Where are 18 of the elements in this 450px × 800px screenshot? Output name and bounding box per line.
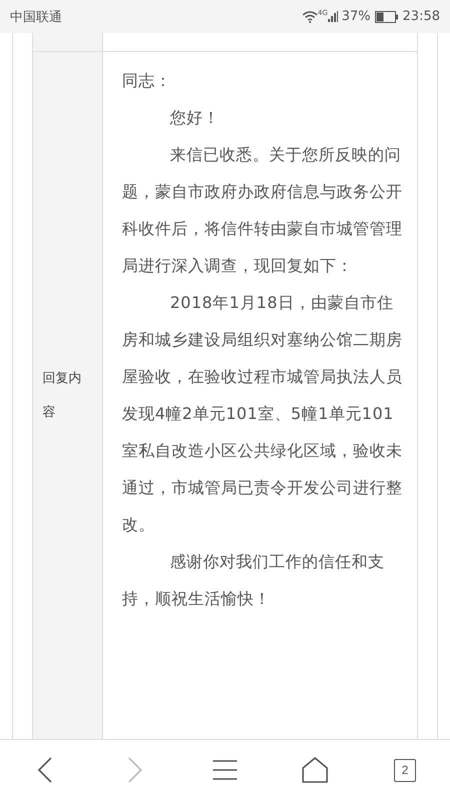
clock-time: 23:58 (402, 9, 440, 24)
tab-count: 2 (394, 758, 416, 782)
battery-percent: 37% (342, 9, 371, 24)
signal-icon (328, 11, 338, 22)
reply-paragraph: 同志： (122, 70, 172, 92)
carrier-name: 中国联通 (10, 8, 63, 26)
battery-icon (374, 10, 399, 22)
wifi-icon (302, 10, 318, 22)
reply-paragraph: 2018年1月18日，由蒙自市住房和城乡建设局组织对塞纳公馆二期房屋验收，在验收过程市城管局执法人员发现4幢2单元101室、5幢1单元101室私自改造小区公共绿化区域，验收未通过，市城管局已责令开发公司进行整改。 (122, 292, 403, 536)
home-icon (302, 757, 328, 783)
back-icon (37, 757, 53, 783)
forward-icon (127, 757, 143, 783)
reply-paragraph: 来信已收悉。关于您所反映的问题，蒙自市政府办政府信息与政务公开科收件后，将信件转由蒙自市城管管理局进行深入调查，现回复如下： (122, 144, 403, 277)
reply-paragraph: 感谢你对我们工作的信任和支持，顺祝生活愉快！ (122, 551, 386, 610)
tabs-button[interactable]: 2 (385, 750, 425, 790)
reply-label: 回复内容 (42, 370, 82, 422)
reply-paragraph: 您好！ (169, 107, 220, 129)
menu-icon (212, 759, 238, 781)
